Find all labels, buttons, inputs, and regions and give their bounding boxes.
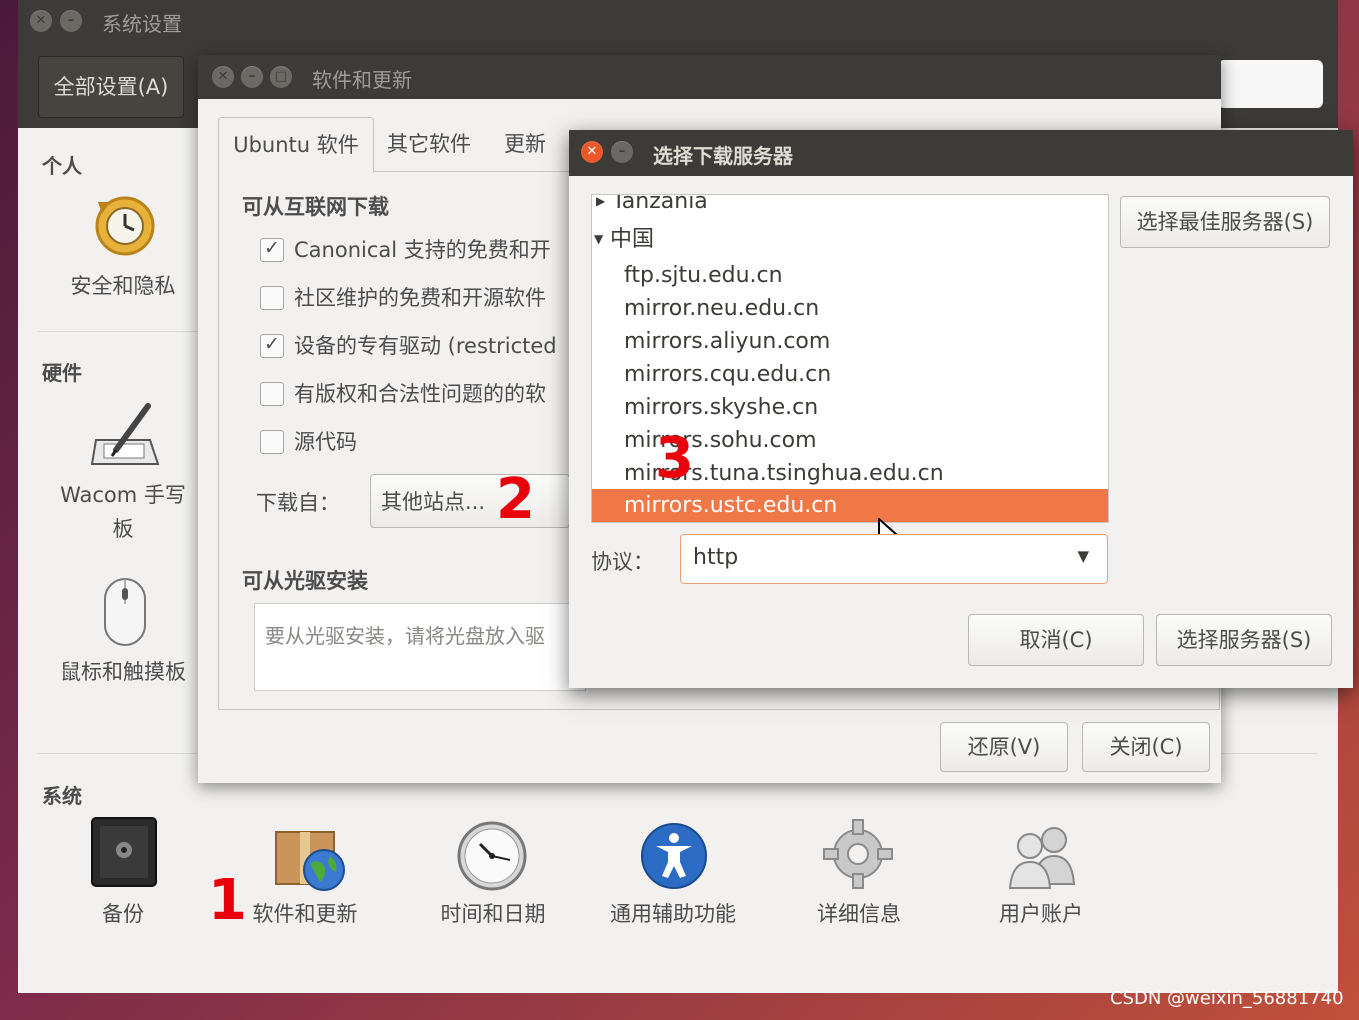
country-label: Tanzania bbox=[612, 194, 708, 214]
cdrom-section-heading: 可从光驱安装 bbox=[242, 569, 368, 593]
mirror-label: mirrors.aliyun.com bbox=[624, 329, 831, 354]
expander-expanded-icon[interactable]: ▼ bbox=[594, 223, 603, 256]
list-item-mirror-selected[interactable]: mirrors.ustc.edu.cn bbox=[592, 489, 1108, 522]
checkbox[interactable] bbox=[260, 237, 284, 262]
category-hardware: 硬件 bbox=[42, 361, 82, 385]
safe-icon[interactable] bbox=[90, 816, 158, 894]
choose-server-titlebar: ✕ – 选择下载服务器 bbox=[569, 130, 1353, 176]
mirror-label: mirrors.sohu.com bbox=[624, 428, 817, 453]
expander-collapsed-icon[interactable]: ▶ bbox=[596, 195, 605, 218]
divider bbox=[38, 331, 198, 332]
checkbox[interactable] bbox=[260, 333, 284, 358]
accessibility-label[interactable]: 通用辅助功能 bbox=[598, 898, 748, 928]
cdrom-list[interactable]: 要从光驱安装，请将光盘放入驱 bbox=[254, 603, 586, 691]
download-from-combo[interactable]: 其他站点... bbox=[370, 474, 570, 528]
details-label[interactable]: 详细信息 bbox=[794, 898, 924, 928]
mirror-label: mirrors.skyshe.cn bbox=[624, 395, 819, 420]
minimize-icon[interactable]: – bbox=[611, 141, 633, 163]
close-icon[interactable]: ✕ bbox=[581, 141, 603, 163]
select-best-server-button[interactable]: 选择最佳服务器(S) bbox=[1120, 196, 1330, 248]
accessibility-icon[interactable] bbox=[640, 822, 708, 894]
mirror-label: ftp.sjtu.edu.cn bbox=[624, 263, 783, 288]
option-label: 社区维护的免费和开源软件 bbox=[294, 286, 546, 310]
list-item-country[interactable]: ▼ 中国 bbox=[592, 223, 1108, 256]
clock-restore-icon[interactable] bbox=[90, 190, 160, 264]
list-item-mirror[interactable]: mirrors.skyshe.cn bbox=[592, 391, 1108, 424]
system-settings-titlebar: ✕ – 系统设置 bbox=[18, 0, 1338, 44]
package-globe-icon[interactable] bbox=[272, 824, 348, 898]
mouse-icon[interactable] bbox=[102, 576, 148, 652]
mouse-touchpad-label[interactable]: 鼠标和触摸板 bbox=[48, 656, 198, 686]
window-title: 系统设置 bbox=[102, 12, 182, 36]
all-settings-button[interactable]: 全部设置(A) bbox=[38, 56, 184, 118]
minimize-icon[interactable]: – bbox=[241, 66, 263, 88]
chevron-down-icon[interactable]: ▼ bbox=[1077, 547, 1089, 565]
close-button[interactable]: 关闭(C) bbox=[1082, 722, 1210, 772]
cancel-button[interactable]: 取消(C) bbox=[968, 614, 1144, 666]
option-label: 设备的专有驱动 (restricted bbox=[294, 334, 557, 358]
mirror-label: mirrors.cqu.edu.cn bbox=[624, 362, 832, 387]
list-item-mirror[interactable]: mirrors.aliyun.com bbox=[592, 325, 1108, 358]
dialog-title: 软件和更新 bbox=[312, 68, 412, 92]
maximize-icon[interactable]: □ bbox=[270, 66, 292, 88]
protocol-select[interactable]: http ▼ bbox=[680, 534, 1108, 584]
checkbox[interactable] bbox=[260, 430, 284, 454]
close-icon[interactable]: ✕ bbox=[30, 10, 52, 32]
time-date-label[interactable]: 时间和日期 bbox=[423, 898, 563, 928]
watermark: CSDN @weixin_56881740 bbox=[1110, 988, 1344, 1009]
protocol-label: 协议： bbox=[591, 550, 654, 574]
backup-label[interactable]: 备份 bbox=[78, 898, 168, 928]
search-input[interactable] bbox=[1218, 60, 1323, 108]
tab-other-software[interactable]: 其它软件 bbox=[374, 117, 484, 172]
country-label: 中国 bbox=[610, 227, 655, 252]
list-item-country[interactable]: ▶ Tanzania bbox=[592, 194, 1108, 218]
wacom-label[interactable]: Wacom 手写 板 bbox=[48, 478, 198, 546]
category-system: 系统 bbox=[42, 784, 82, 808]
list-item-mirror[interactable]: mirrors.cqu.edu.cn bbox=[592, 358, 1108, 391]
wacom-tablet-icon[interactable] bbox=[90, 400, 162, 472]
software-updates-titlebar: ✕ – □ 软件和更新 bbox=[198, 55, 1221, 99]
clock-icon[interactable] bbox=[456, 820, 528, 896]
checkbox[interactable] bbox=[260, 382, 284, 406]
list-item-mirror[interactable]: mirror.neu.edu.cn bbox=[592, 292, 1108, 325]
gear-icon[interactable] bbox=[822, 818, 894, 894]
annotation-step-2: 2 bbox=[496, 467, 535, 532]
list-item-mirror[interactable]: ftp.sjtu.edu.cn bbox=[592, 259, 1108, 292]
internet-section-heading: 可从互联网下载 bbox=[242, 195, 389, 219]
tab-updates[interactable]: 更新 bbox=[488, 117, 562, 172]
dialog-title: 选择下载服务器 bbox=[653, 144, 793, 168]
choose-server-dialog: ✕ – 选择下载服务器 ▶ Tanzania ▼ 中国 ftp.sjtu.edu… bbox=[569, 130, 1353, 688]
minimize-icon[interactable]: – bbox=[60, 10, 82, 32]
option-label: Canonical 支持的免费和开 bbox=[294, 238, 551, 262]
users-icon[interactable] bbox=[1006, 822, 1078, 894]
category-personal: 个人 bbox=[42, 154, 82, 178]
option-label: 源代码 bbox=[294, 430, 357, 454]
download-from-label: 下载自： bbox=[256, 491, 340, 515]
annotation-step-1: 1 bbox=[208, 868, 247, 933]
checkbox[interactable] bbox=[260, 286, 284, 310]
mirror-label: mirror.neu.edu.cn bbox=[624, 296, 820, 321]
option-label: 有版权和合法性问题的的软 bbox=[294, 382, 546, 406]
software-updates-label[interactable]: 软件和更新 bbox=[240, 898, 370, 928]
protocol-value: http bbox=[693, 545, 739, 570]
tab-ubuntu-software[interactable]: Ubuntu 软件 bbox=[218, 117, 374, 173]
cdrom-hint: 要从光驱安装，请将光盘放入驱 bbox=[265, 624, 545, 648]
mirror-label: mirrors.ustc.edu.cn bbox=[624, 493, 838, 518]
user-accounts-label[interactable]: 用户账户 bbox=[976, 898, 1106, 928]
annotation-step-3: 3 bbox=[655, 426, 694, 491]
close-icon[interactable]: ✕ bbox=[212, 66, 234, 88]
revert-button[interactable]: 还原(V) bbox=[940, 722, 1068, 772]
choose-server-button[interactable]: 选择服务器(S) bbox=[1156, 614, 1332, 666]
security-privacy-label[interactable]: 安全和隐私 bbox=[58, 270, 188, 300]
